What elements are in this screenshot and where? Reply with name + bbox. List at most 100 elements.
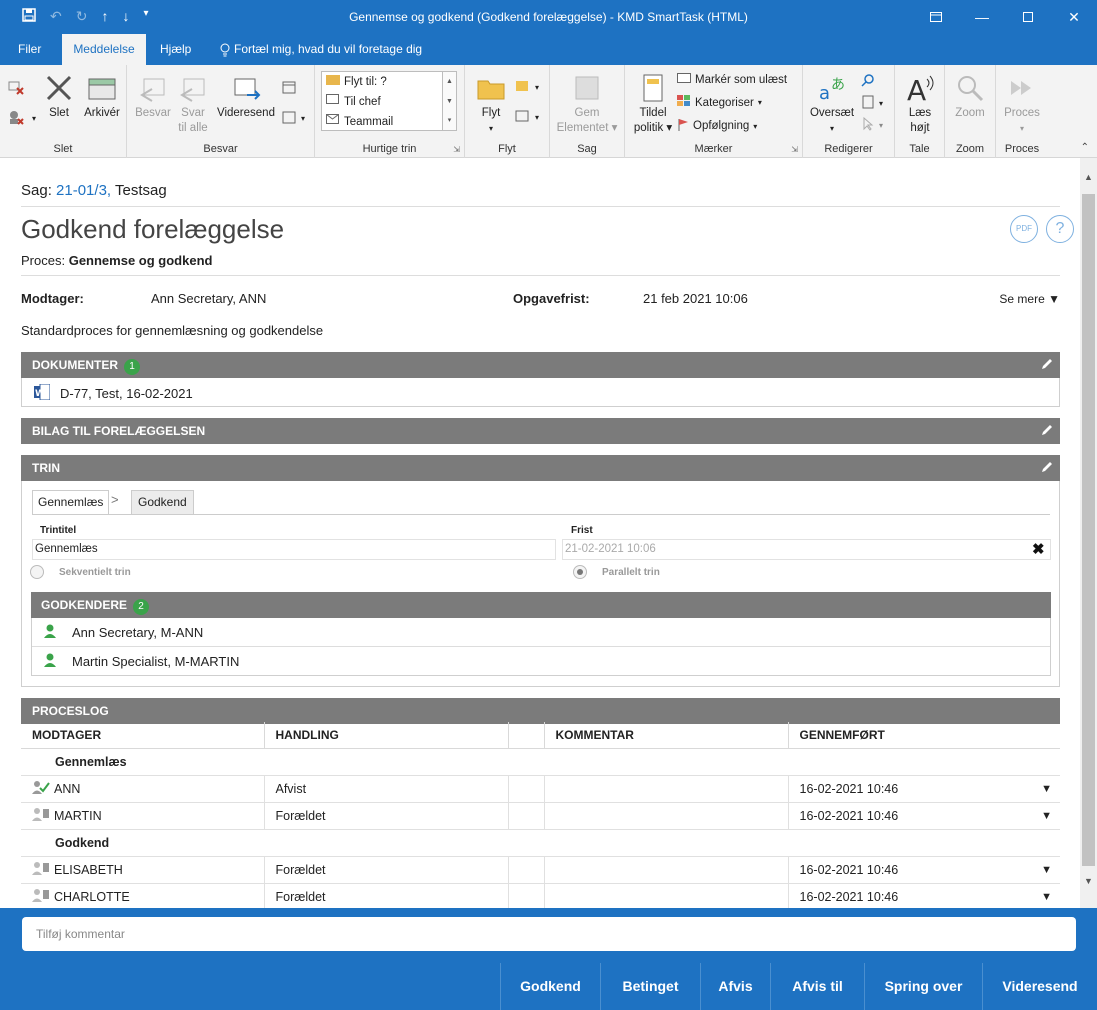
expand-row-icon[interactable]: ▼ (1041, 864, 1052, 876)
reply-button[interactable]: Besvar (135, 73, 171, 121)
related-button[interactable]: ▾ (861, 95, 883, 112)
maximize-icon[interactable] (1005, 0, 1051, 34)
folder-icon (477, 80, 505, 100)
parallel-radio[interactable] (573, 565, 587, 579)
comment-input[interactable]: Tilføj kommentar (22, 917, 1076, 951)
edit-pencil-icon[interactable] (1040, 357, 1054, 371)
table-row[interactable]: ELISABETH Forældet 16-02-2021 10:46 ▼ (21, 856, 1060, 884)
step-title-input[interactable]: Gennemlæs (32, 539, 556, 560)
reject-button[interactable]: Afvis (700, 963, 770, 1010)
table-row[interactable]: CHARLOTTE Forældet 16-02-2021 10:46 ▼ (21, 883, 1060, 908)
skip-button[interactable]: Spring over (864, 963, 982, 1010)
steps-header[interactable]: TRIN (21, 455, 1060, 481)
document-item[interactable]: W D-77, Test, 16-02-2021 (34, 383, 193, 403)
meeting-button[interactable] (281, 79, 297, 98)
mail-icon (326, 112, 340, 132)
help-icon[interactable]: ? (1046, 215, 1074, 243)
search-icon (861, 73, 875, 90)
rules-button[interactable]: ▾ (515, 79, 539, 96)
edit-pencil-icon[interactable] (1040, 460, 1054, 474)
mark-unread-button[interactable]: Markér som ulæst (677, 72, 787, 87)
pdf-icon[interactable]: PDF (1010, 215, 1038, 243)
dialog-launcher-icon[interactable]: ⇲ (791, 145, 798, 154)
title-bar: ↶ ↻ ↑ ↓ ▾ Gennemse og godkend (Godkend f… (0, 0, 1097, 34)
reply-all-button[interactable]: Svar til alle (175, 73, 211, 136)
clear-deadline-icon[interactable]: ✖ (1032, 540, 1045, 558)
document-icon (861, 95, 875, 112)
edit-pencil-icon[interactable] (1040, 423, 1054, 437)
step-deadline-input[interactable]: 21-02-2021 10:06 (562, 539, 1051, 560)
ribbon-display-icon[interactable] (913, 0, 959, 34)
process-button[interactable]: Proces ▾ (1000, 73, 1044, 136)
tell-me-search[interactable]: Fortæl mig, hvad du vil foretage dig (210, 34, 432, 65)
expand-row-icon[interactable]: ▼ (1041, 783, 1052, 795)
move-button[interactable]: Flyt ▾ (473, 73, 509, 136)
zoom-button[interactable]: Zoom (949, 73, 991, 121)
table-row[interactable]: MARTIN Forældet 16-02-2021 10:46 ▼ (21, 802, 1060, 830)
check-person-icon (32, 780, 50, 797)
case-link[interactable]: 21-01/3, (56, 182, 111, 199)
quickstep-team-email[interactable]: Teammail (322, 112, 442, 132)
close-icon[interactable]: ✕ (1051, 0, 1097, 34)
more-reply-button[interactable]: ▾ (281, 109, 305, 128)
dialog-launcher-icon[interactable]: ⇲ (453, 145, 460, 154)
collapse-ribbon-icon[interactable]: ⌃ (1081, 142, 1089, 153)
svg-text:あ: あ (831, 77, 845, 93)
attachments-header[interactable]: BILAG TIL FORELÆGGELSEN (21, 418, 1060, 444)
tab-hjaelp[interactable]: Hjælp (150, 34, 201, 65)
process-arrows-icon (1011, 81, 1031, 95)
junk-button[interactable]: ▾ (8, 109, 36, 128)
approver-row[interactable]: Martin Specialist, M-MARTIN (32, 647, 1050, 676)
follow-up-button[interactable]: Opfølgning ▾ (677, 118, 757, 134)
save-item-button[interactable]: Gem Elementet ▾ (554, 73, 620, 136)
forward-action-button[interactable]: Videresend (982, 963, 1097, 1010)
read-aloud-button[interactable]: A Læs højt (899, 73, 941, 136)
forward-icon (234, 78, 261, 100)
assign-policy-button[interactable]: Tildel politik ▾ (631, 73, 675, 136)
documents-list: W D-77, Test, 16-02-2021 (21, 378, 1060, 407)
see-more-link[interactable]: Se mere ▼ (999, 292, 1060, 306)
forward-button[interactable]: Videresend (215, 73, 277, 121)
quickstep-move-to[interactable]: Flyt til: ? (322, 72, 442, 92)
minimize-icon[interactable]: — (959, 0, 1005, 34)
approver-row[interactable]: Ann Secretary, M-ANN (32, 618, 1050, 647)
ribbon-group-tale: A Læs højt Tale (895, 65, 945, 158)
table-row[interactable]: ANN Afvist 16-02-2021 10:46 ▼ (21, 775, 1060, 803)
ignore-button[interactable] (8, 79, 24, 98)
reject-to-button[interactable]: Afvis til (770, 963, 864, 1010)
scrollbar-thumb[interactable] (1082, 194, 1095, 866)
tab-meddelelse[interactable]: Meddelelse (62, 34, 146, 65)
translate-button[interactable]: aあ Oversæt ▾ (807, 73, 857, 136)
col-action: HANDLING (264, 722, 509, 749)
categorize-button[interactable]: Kategoriser ▾ (677, 95, 762, 110)
archive-icon (88, 78, 116, 100)
conditional-button[interactable]: Betinget (600, 963, 700, 1010)
quickstep-to-manager[interactable]: Til chef (322, 92, 442, 112)
vertical-scrollbar[interactable]: ▲ ▼ (1080, 158, 1097, 908)
approvers-count-badge: 2 (133, 599, 150, 615)
quicksteps-gallery: Flyt til: ? Til chef Teammail (321, 71, 443, 131)
step-title-label: Trintitel (40, 525, 77, 536)
sequential-radio[interactable] (30, 565, 44, 579)
delete-button[interactable]: Slet (42, 73, 76, 121)
archive-button[interactable]: Arkivér (80, 73, 124, 121)
actions-button[interactable]: ▾ (515, 109, 539, 126)
documents-header[interactable]: DOKUMENTER 1 (21, 352, 1060, 378)
step-tab-gennemlaes[interactable]: Gennemlæs (32, 490, 110, 515)
read-aloud-icon: A (907, 74, 934, 103)
ribbon: ▾ Slet Arkivér Slet Besvar Svar til alle… (0, 65, 1097, 158)
lightbulb-icon (220, 34, 230, 65)
svg-text:a: a (819, 83, 830, 103)
expand-row-icon[interactable]: ▼ (1041, 891, 1052, 903)
find-button[interactable] (861, 73, 875, 90)
scroll-up-icon[interactable]: ▲ (1080, 172, 1097, 182)
documents-count-badge: 1 (124, 359, 140, 375)
quicksteps-scroll[interactable]: ▲ ▼ ▾ (443, 71, 457, 131)
tab-filer[interactable]: Filer (8, 34, 51, 65)
step-tab-godkend[interactable]: Godkend (131, 490, 194, 515)
expand-row-icon[interactable]: ▼ (1041, 810, 1052, 822)
approve-button[interactable]: Godkend (500, 963, 600, 1010)
select-button[interactable]: ▾ (861, 116, 883, 134)
rules-icon (515, 79, 531, 96)
scroll-down-icon[interactable]: ▼ (1080, 876, 1097, 886)
